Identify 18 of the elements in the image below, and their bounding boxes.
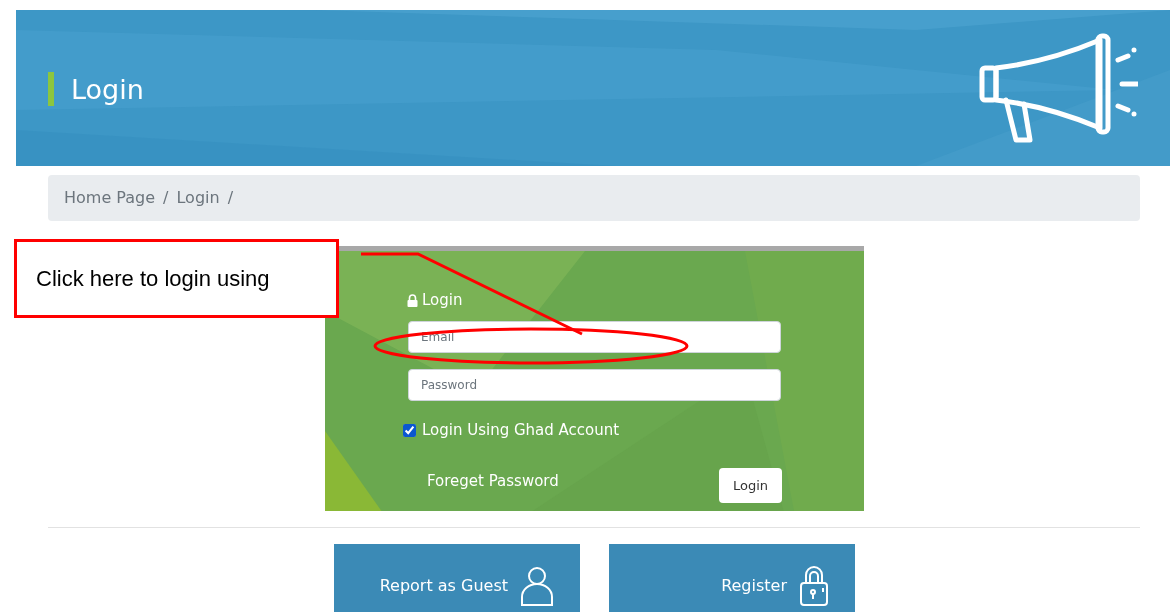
ghad-account-checkbox[interactable] xyxy=(403,423,416,437)
guest-report-button[interactable]: Report as Guest xyxy=(334,544,580,612)
login-button[interactable]: Login xyxy=(719,468,782,503)
checkbox-label: Login Using Ghad Account xyxy=(422,420,620,441)
breadcrumb-separator: / xyxy=(227,187,234,209)
person-icon xyxy=(520,566,554,606)
password-field[interactable]: Password xyxy=(408,369,781,401)
page-title: Login xyxy=(71,73,144,107)
panel-title: Login xyxy=(422,290,463,311)
breadcrumb-link[interactable]: Login xyxy=(176,186,220,210)
lock-icon xyxy=(407,293,418,307)
forgot-password-link[interactable]: Foreget Password xyxy=(427,470,559,493)
title-accent xyxy=(48,72,54,106)
breadcrumb-separator: / xyxy=(163,187,169,209)
annotation-text: Click here to login using xyxy=(36,265,270,293)
breadcrumb-link[interactable]: Home Page xyxy=(64,186,156,210)
padlock-icon xyxy=(799,566,829,606)
register-button[interactable]: Register xyxy=(609,544,855,612)
